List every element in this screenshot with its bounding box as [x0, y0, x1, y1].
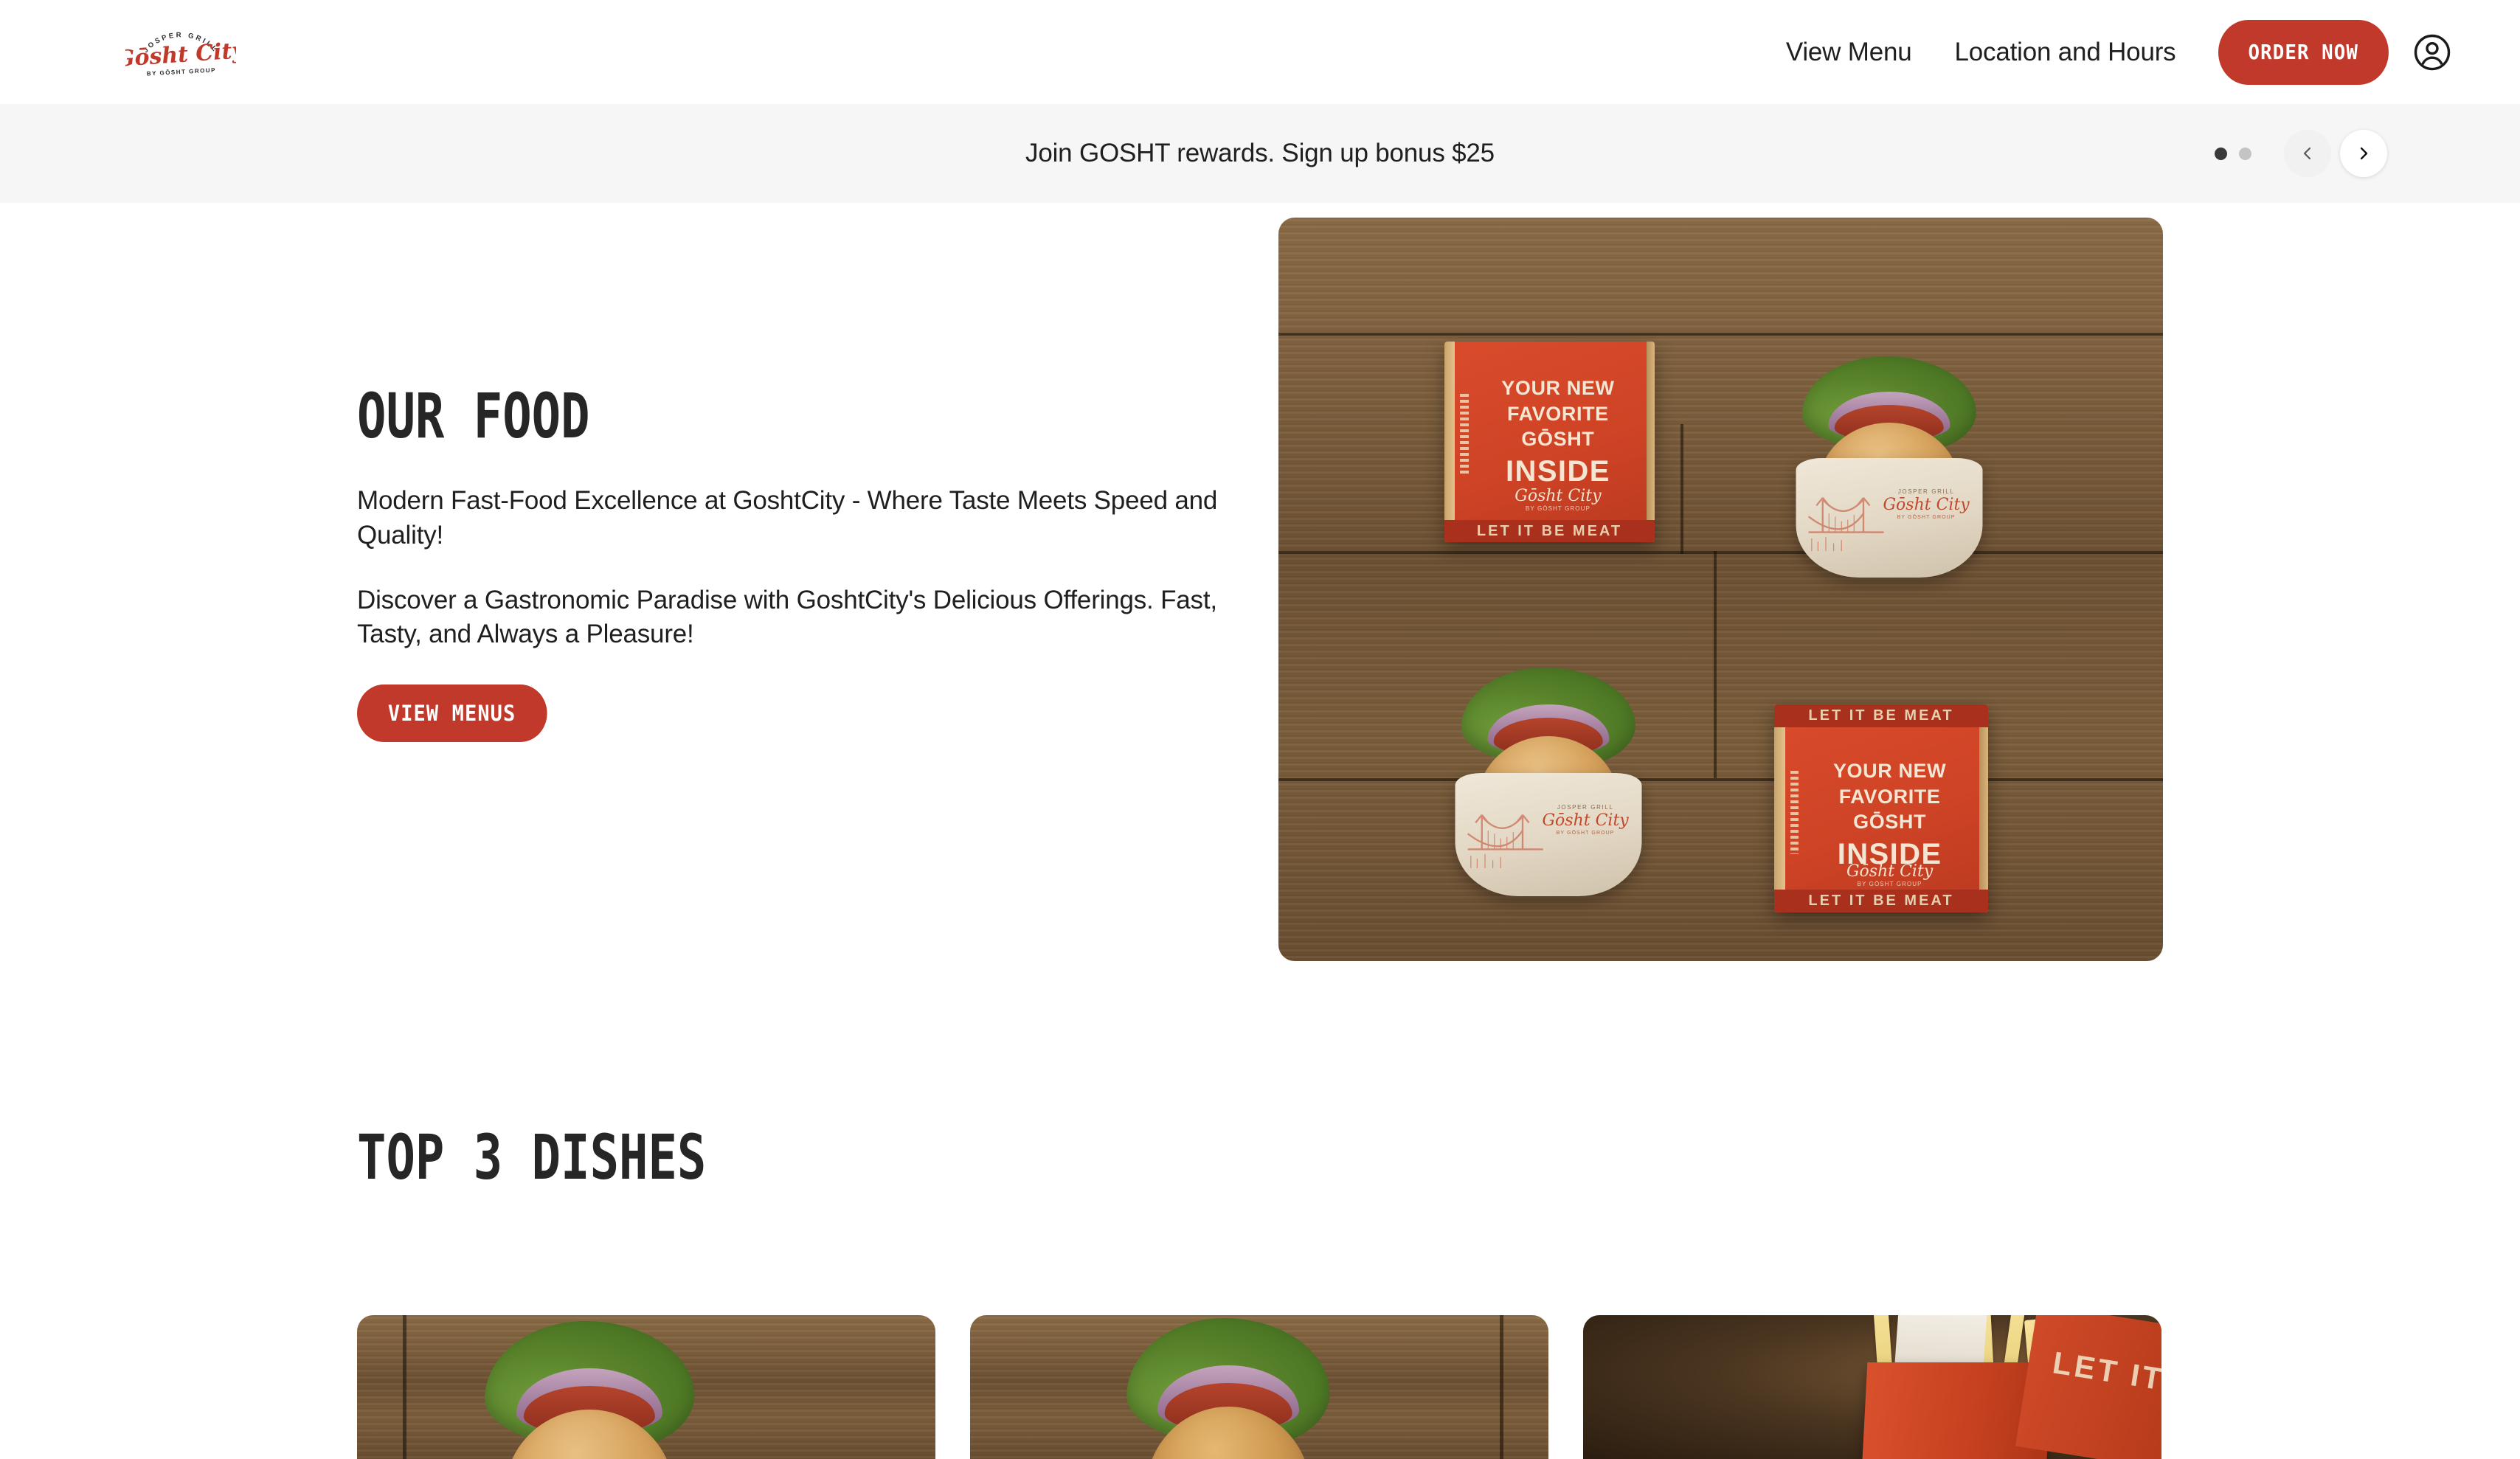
our-food-paragraph-2: Discover a Gastronomic Paradise with Gos…	[357, 585, 1217, 649]
our-food-copy: OUR FOOD Modern Fast-Food Excellence at …	[357, 380, 1257, 743]
burger-wrapper: JOSPER GRILL Gōsht City BY GŌSHT GROUP	[1455, 772, 1641, 896]
carousel-prev-button[interactable]	[2284, 130, 2331, 177]
bridge-illustration-icon	[1807, 497, 1884, 552]
our-food-section: OUR FOOD Modern Fast-Food Excellence at …	[0, 203, 2520, 1029]
site-header: JOSPER GRILL Gōsht City BY GŌSHT GROUP V…	[0, 0, 2520, 104]
carousel-dots	[2215, 147, 2251, 160]
wrapped-burger-top-right: JOSPER GRILL Gōsht City BY GŌSHT GROUP	[1787, 356, 1990, 578]
burger-box-logo: Gōsht City BY GŌSHT GROUP	[1515, 487, 1602, 513]
carousel-dot-1[interactable]	[2215, 147, 2227, 160]
dish-card-1[interactable]	[357, 1315, 935, 1459]
nav-link-view-menu[interactable]: View Menu	[1786, 38, 1912, 67]
burger-box-bottom-right: LET IT BE MEAT YOUR NEW FAVORITE GŌSHT I…	[1774, 704, 1988, 912]
burger-box-logo: Gōsht City BY GŌSHT GROUP	[1846, 862, 1934, 888]
burger-box-edge-text-top: LET IT BE MEAT	[1774, 704, 1988, 728]
site-logo[interactable]: JOSPER GRILL Gōsht City BY GŌSHT GROUP	[115, 16, 248, 86]
top-dishes-cards: LET IT	[357, 1315, 2163, 1459]
top-dishes-heading: TOP 3 DISHES	[357, 1121, 707, 1193]
wrapper-logo: JOSPER GRILL Gōsht City BY GŌSHT GROUP	[1883, 488, 1970, 521]
burger-box-edge-text: LET IT BE MEAT	[1774, 889, 1988, 912]
wood-background	[1278, 218, 2163, 961]
carousel-dot-2[interactable]	[2239, 147, 2251, 160]
order-now-button[interactable]: ORDER NOW	[2218, 19, 2389, 85]
bridge-illustration-icon	[1467, 814, 1543, 868]
wrapper-logo: JOSPER GRILL Gōsht City BY GŌSHT GROUP	[1542, 804, 1629, 836]
account-glyph	[2414, 34, 2451, 70]
user-account-icon[interactable]	[2412, 32, 2452, 72]
burger-box-text: YOUR NEW FAVORITE GŌSHT INSIDE	[1832, 760, 1947, 871]
burger-wrapper: JOSPER GRILL Gōsht City BY GŌSHT GROUP	[1796, 458, 1982, 578]
announcement-bar: Join GOSHT rewards. Sign up bonus $25	[0, 104, 2520, 203]
burger-box-top-left: YOUR NEW FAVORITE GŌSHT INSIDE Gōsht Cit…	[1444, 342, 1655, 542]
announcement-message: Join GOSHT rewards. Sign up bonus $25	[1025, 139, 1495, 167]
dish-card-2[interactable]	[970, 1315, 1548, 1459]
carousel-next-button[interactable]	[2340, 130, 2387, 177]
view-menus-button[interactable]: VIEW MENUS	[357, 685, 547, 743]
wrapped-burger-bottom-left: JOSPER GRILL Gōsht City BY GŌSHT GROUP	[1447, 668, 1650, 896]
burger-box-text: YOUR NEW FAVORITE GŌSHT INSIDE	[1501, 377, 1615, 488]
main-navigation: View Menu Location and Hours ORDER NOW	[1786, 0, 2520, 104]
our-food-heading: OUR FOOD	[357, 380, 590, 452]
nav-link-location-and-hours[interactable]: Location and Hours	[1955, 38, 2176, 67]
chevron-right-icon	[2360, 147, 2368, 160]
announcement-controls	[2215, 130, 2387, 177]
svg-text:Gōsht City: Gōsht City	[125, 38, 236, 72]
dish-card-3[interactable]: LET IT	[1583, 1315, 2161, 1459]
burger-box-edge-text: LET IT BE MEAT	[1444, 520, 1655, 542]
chevron-left-icon	[2303, 147, 2311, 160]
logo-graphic: JOSPER GRILL Gōsht City BY GŌSHT GROUP	[115, 31, 248, 77]
our-food-image: YOUR NEW FAVORITE GŌSHT INSIDE Gōsht Cit…	[1278, 218, 2163, 961]
our-food-paragraph-1: Modern Fast-Food Excellence at GoshtCity…	[357, 485, 1218, 550]
